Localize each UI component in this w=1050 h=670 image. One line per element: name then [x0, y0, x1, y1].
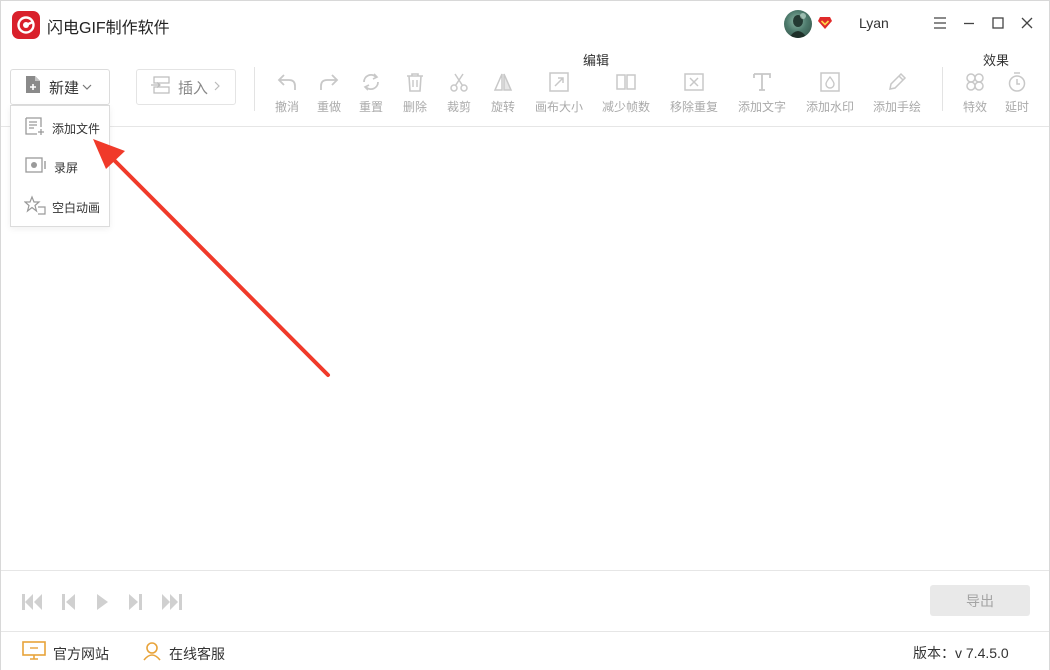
reduce-frames-button[interactable]: 减少帧数: [596, 71, 656, 115]
skip-to-end-icon[interactable]: [161, 592, 183, 612]
rotate-label: 旋转: [490, 100, 515, 114]
delay-label: 延时: [1004, 100, 1029, 114]
toolbar: 编辑 效果 新建 插入 撤消 重做 重置 删除 裁剪 旋转 画布大小 减少帧数 …: [1, 47, 1049, 127]
official-website-label: 官方网站: [53, 645, 109, 662]
blank-animation-icon: [23, 194, 46, 220]
add-drawing-icon: [889, 72, 907, 90]
crop-label: 裁剪: [446, 100, 471, 114]
customer-service-icon: [142, 641, 162, 666]
reduce-frames-icon: [616, 74, 636, 90]
menu-item-blank-animation-label: 空白动画: [52, 200, 101, 215]
remove-duplicate-button[interactable]: 移除重复: [664, 71, 724, 115]
menu-item-screen-record[interactable]: 录屏: [11, 149, 109, 185]
chevron-down-icon: [82, 78, 92, 96]
app-title: 闪电GIF制作软件: [47, 20, 170, 37]
new-file-icon: [25, 75, 41, 99]
new-button-label: 新建: [49, 79, 80, 97]
screen-record-icon: [24, 155, 48, 180]
effects-icon: [966, 73, 984, 91]
rotate-icon: [493, 73, 513, 91]
player-bar: 导出: [1, 570, 1049, 631]
remove-duplicate-label: 移除重复: [669, 100, 718, 114]
canvas-size-label: 画布大小: [534, 100, 583, 114]
menu-item-add-file[interactable]: 添加文件: [11, 110, 109, 146]
maximize-icon[interactable]: [988, 13, 1008, 33]
close-icon[interactable]: [1017, 13, 1037, 33]
avatar[interactable]: [784, 10, 812, 38]
app-logo-icon: [12, 11, 40, 39]
minimize-icon[interactable]: [959, 13, 979, 33]
online-support-label: 在线客服: [169, 645, 225, 662]
toolbar-divider: [942, 67, 943, 111]
reduce-frames-label: 减少帧数: [601, 100, 650, 114]
play-icon[interactable]: [93, 592, 115, 612]
workspace: [1, 128, 1049, 570]
menu-item-add-file-label: 添加文件: [52, 121, 101, 136]
chevron-right-icon: [214, 78, 220, 96]
add-text-label: 添加文字: [737, 100, 786, 114]
add-drawing-label: 添加手绘: [872, 100, 921, 114]
effects-group-label: 效果: [983, 53, 1010, 68]
menu-icon[interactable]: [930, 13, 950, 33]
export-button[interactable]: 导出: [930, 585, 1030, 616]
vip-icon[interactable]: [817, 15, 833, 31]
redo-icon: [320, 74, 339, 90]
add-watermark-button[interactable]: 添加水印: [800, 71, 860, 115]
app-window: 闪电GIF制作软件 Lyan 编辑 效果 新建 插入 撤消 重做 重置 删除 裁…: [0, 0, 1050, 670]
delay-button[interactable]: 延时: [987, 71, 1047, 115]
new-dropdown-menu: 添加文件 录屏 空白动画: [10, 105, 110, 227]
insert-button[interactable]: 插入: [136, 69, 236, 105]
delete-label: 删除: [402, 100, 427, 114]
timer-icon: [1008, 72, 1026, 92]
canvas-size-icon: [549, 72, 569, 92]
next-frame-icon[interactable]: [125, 592, 147, 612]
scissors-icon: [450, 73, 468, 92]
skip-to-start-icon[interactable]: [21, 592, 43, 612]
username[interactable]: Lyan: [859, 15, 889, 31]
version-text: 版本：v 7.4.5.0: [913, 645, 1009, 661]
edit-group-label: 编辑: [583, 53, 610, 68]
new-button[interactable]: 新建: [10, 69, 110, 105]
monitor-icon: [22, 641, 46, 666]
undo-icon: [277, 74, 296, 90]
menu-item-screen-record-label: 录屏: [54, 160, 79, 175]
delete-icon: [407, 73, 423, 92]
add-watermark-icon: [820, 72, 840, 92]
effects-label: 特效: [962, 100, 987, 114]
reset-label: 重置: [358, 100, 383, 114]
official-website-link[interactable]: 官方网站: [22, 641, 109, 666]
insert-icon: [150, 75, 170, 99]
add-file-icon: [24, 116, 46, 141]
previous-frame-icon[interactable]: [59, 592, 81, 612]
add-text-icon: [753, 73, 771, 91]
title-bar: 闪电GIF制作软件 Lyan: [1, 1, 1049, 47]
reset-icon: [363, 73, 379, 91]
menu-item-blank-animation[interactable]: 空白动画: [11, 189, 109, 225]
status-bar: 官方网站 在线客服 版本：v 7.4.5.0: [1, 631, 1049, 670]
canvas-size-button[interactable]: 画布大小: [529, 71, 589, 115]
remove-duplicate-icon: [684, 73, 704, 91]
undo-label: 撤消: [274, 100, 299, 114]
toolbar-divider: [254, 67, 255, 111]
online-support-link[interactable]: 在线客服: [142, 641, 225, 666]
insert-button-label: 插入: [178, 79, 209, 97]
redo-label: 重做: [316, 100, 341, 114]
add-watermark-label: 添加水印: [805, 100, 854, 114]
add-drawing-button[interactable]: 添加手绘: [867, 71, 927, 115]
rotate-button[interactable]: 旋转: [473, 71, 533, 115]
add-text-button[interactable]: 添加文字: [732, 71, 792, 115]
